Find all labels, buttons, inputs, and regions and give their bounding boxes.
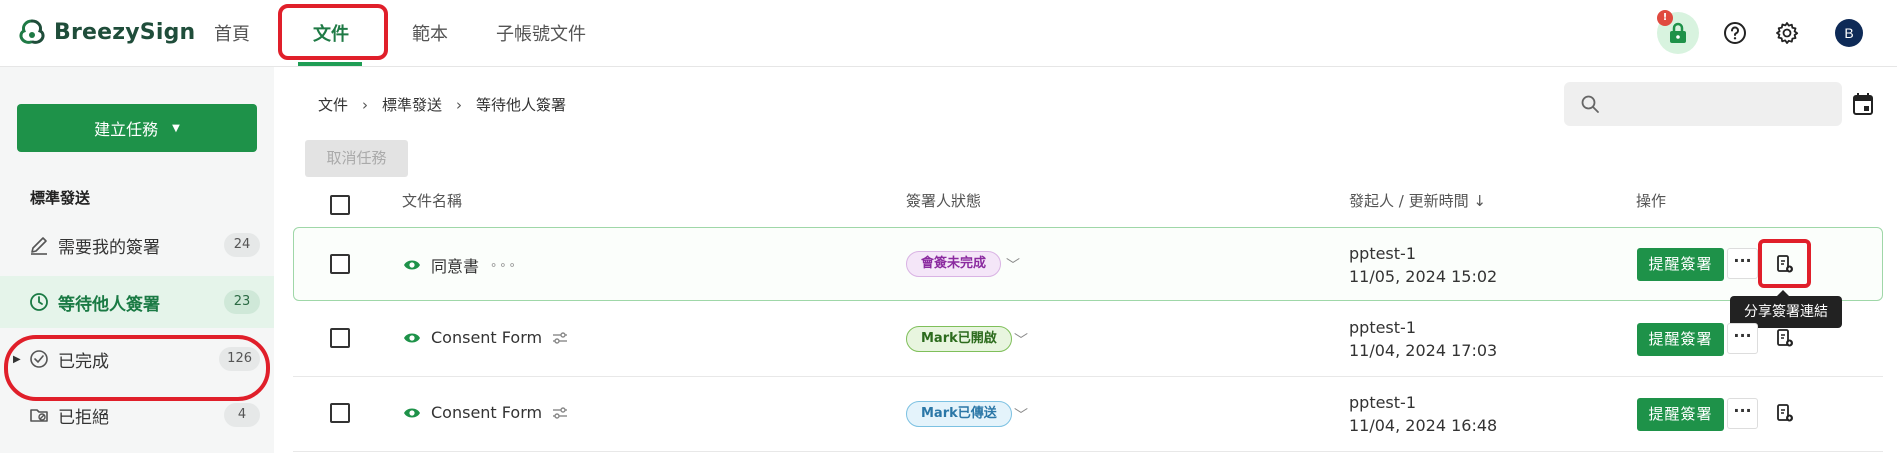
help-icon: [1724, 22, 1746, 44]
sidebar-item-waiting-others[interactable]: 等待他人簽署 23: [0, 276, 274, 328]
more-options-button[interactable]: ···: [1727, 323, 1758, 354]
sender-name: pptest-1: [1349, 393, 1416, 412]
row-checkbox[interactable]: [330, 254, 350, 274]
document-name: 同意書: [431, 257, 480, 276]
calendar-icon[interactable]: [1852, 92, 1874, 120]
caret-down-icon: ▼: [172, 122, 180, 134]
eye-icon[interactable]: [403, 331, 421, 345]
user-avatar[interactable]: B: [1835, 19, 1863, 47]
share-link-icon: [1777, 404, 1793, 422]
nav-templates[interactable]: 範本: [412, 20, 448, 46]
settings-button[interactable]: [1766, 12, 1808, 54]
header-document-name[interactable]: 文件名稱: [402, 190, 462, 211]
eye-icon[interactable]: [403, 258, 421, 272]
sender-cell: pptest-1 11/04, 2024 16:48: [1349, 391, 1497, 437]
search-input[interactable]: [1614, 92, 1824, 116]
sidebar-item-label: 已完成: [58, 351, 109, 372]
share-link-icon: [1777, 329, 1793, 347]
sidebar-item-label: 需要我的簽署: [58, 237, 160, 258]
breadcrumb-item-current: 等待他人簽署: [476, 96, 567, 114]
breadcrumb-item-files[interactable]: 文件: [318, 94, 348, 115]
app-logo[interactable]: BreezySign: [18, 18, 195, 46]
more-options-button[interactable]: ···: [1727, 398, 1758, 429]
lock-icon: [1670, 22, 1686, 43]
more-options-button[interactable]: ···: [1727, 248, 1758, 279]
highlight-nav-files: [278, 4, 388, 60]
folder-deny-icon: [28, 404, 50, 426]
select-all-checkbox[interactable]: [330, 195, 350, 215]
row-checkbox[interactable]: [330, 403, 350, 423]
search-icon: [1580, 94, 1600, 118]
chevron-down-icon[interactable]: ﹀: [1014, 405, 1028, 425]
status-badge[interactable]: Mark已傳送: [906, 401, 1012, 427]
updated-time: 11/05, 2024 15:02: [1349, 267, 1498, 286]
row-divider: [293, 376, 1883, 377]
count-badge: 23: [224, 290, 260, 314]
document-name-cell[interactable]: Consent Form: [403, 403, 568, 422]
create-task-button[interactable]: 建立任務 ▼: [17, 104, 257, 152]
sender-cell: pptest-1 11/04, 2024 17:03: [1349, 316, 1497, 362]
app-name: BreezySign: [54, 19, 196, 45]
count-badge: 126: [219, 347, 260, 371]
document-name-cell[interactable]: 同意書 ⚬⚬⚬: [403, 253, 517, 277]
gear-icon: [1776, 22, 1799, 44]
workflow-icon: [553, 406, 568, 419]
expand-caret-icon[interactable]: ▶: [13, 354, 21, 365]
chevron-down-icon[interactable]: ﹀: [1006, 255, 1020, 275]
remind-sign-button[interactable]: 提醒簽署: [1637, 398, 1724, 431]
header-sender-updated[interactable]: 發起人 / 更新時間 ↓: [1349, 190, 1486, 211]
workflow-icon: [553, 331, 568, 344]
sidebar-item-rejected[interactable]: 已拒絕 4: [0, 389, 274, 441]
updated-time: 11/04, 2024 16:48: [1349, 416, 1498, 435]
row-checkbox[interactable]: [330, 328, 350, 348]
sidebar-item-need-my-signature[interactable]: 需要我的簽署 24: [0, 219, 274, 271]
sender-name: pptest-1: [1349, 244, 1416, 263]
status-badge[interactable]: Mark已開啟: [906, 326, 1012, 352]
eye-icon[interactable]: [403, 406, 421, 420]
check-circle-icon: [28, 348, 50, 370]
breadcrumb-item-standard-send[interactable]: 標準發送: [382, 94, 442, 115]
header-signer-status[interactable]: 簽署人狀態: [906, 190, 981, 211]
sidebar-section-title: 標準發送: [30, 189, 91, 207]
cancel-task-button[interactable]: 取消任務: [305, 140, 408, 177]
document-name-cell[interactable]: Consent Form: [403, 328, 568, 347]
share-sign-link-button[interactable]: [1773, 401, 1797, 425]
header-actions: 操作: [1636, 192, 1667, 210]
create-task-label: 建立任務: [94, 120, 159, 139]
sidebar: 建立任務 ▼ 標準發送 需要我的簽署 24 等待他人簽署 23 ▶ 已完成 12…: [0, 67, 274, 453]
nav-sub-account-files[interactable]: 子帳號文件: [496, 20, 586, 46]
count-badge: 24: [224, 233, 260, 257]
search-box[interactable]: [1564, 82, 1842, 126]
nav-active-indicator: [298, 62, 362, 66]
breadcrumb: 文件 › 標準發送 › 等待他人簽署: [318, 94, 566, 115]
status-badge[interactable]: 會簽未完成: [906, 251, 1002, 277]
sender-name: pptest-1: [1349, 318, 1416, 337]
help-button[interactable]: [1714, 12, 1756, 54]
remind-sign-button[interactable]: 提醒簽署: [1637, 323, 1724, 356]
pen-icon: [28, 234, 50, 256]
row-divider: [293, 451, 1883, 452]
sidebar-item-label: 等待他人簽署: [58, 294, 160, 315]
chevron-right-icon: ›: [362, 95, 369, 114]
count-badge: 4: [224, 403, 260, 427]
logo-icon: [19, 19, 45, 44]
highlight-share-button: [1758, 239, 1811, 288]
document-name: Consent Form: [431, 328, 543, 347]
sidebar-item-completed[interactable]: ▶ 已完成 126: [0, 333, 274, 385]
nav-home[interactable]: 首頁: [214, 20, 250, 46]
top-bar: BreezySign 首頁 文件 範本 子帳號文件 ! B: [0, 0, 1897, 67]
chevron-down-icon[interactable]: ﹀: [1014, 330, 1028, 350]
share-sign-link-button[interactable]: [1773, 326, 1797, 350]
updated-time: 11/04, 2024 17:03: [1349, 341, 1498, 360]
link-chain-icon: ⚬⚬⚬: [489, 258, 517, 272]
sidebar-item-label: 已拒絕: [58, 407, 109, 428]
clock-icon: [28, 291, 50, 313]
sender-cell: pptest-1 11/05, 2024 15:02: [1349, 242, 1497, 288]
remind-sign-button[interactable]: 提醒簽署: [1637, 248, 1724, 281]
alert-badge: !: [1657, 10, 1673, 26]
document-name: Consent Form: [431, 403, 543, 422]
chevron-right-icon: ›: [456, 95, 463, 114]
